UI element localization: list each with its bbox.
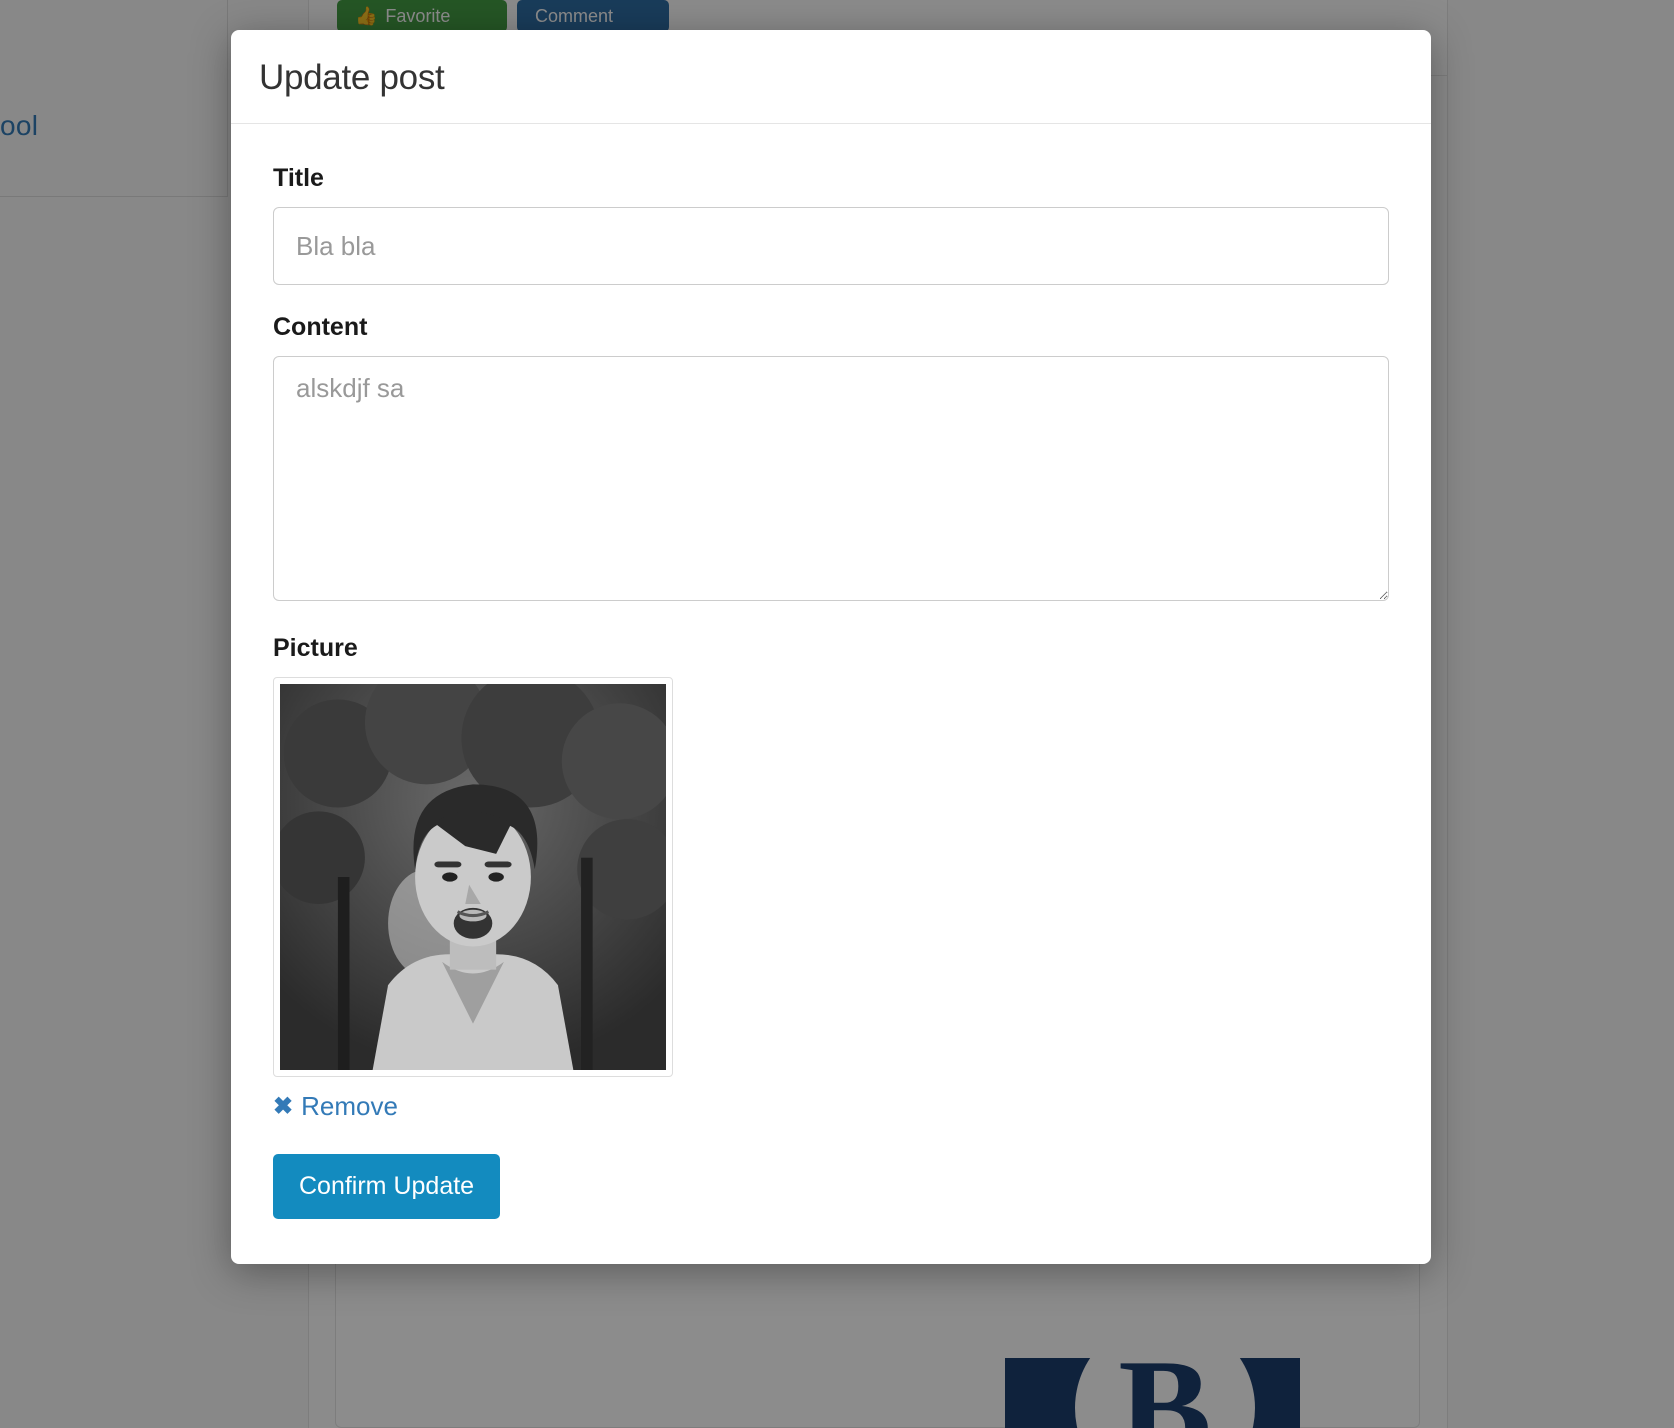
remove-picture-link[interactable]: ✖ Remove bbox=[273, 1091, 398, 1122]
person-photo-icon bbox=[280, 684, 666, 1070]
title-group: Title bbox=[273, 164, 1389, 285]
picture-thumbnail[interactable] bbox=[273, 677, 673, 1077]
remove-icon: ✖ bbox=[273, 1092, 293, 1121]
picture-group: Picture bbox=[273, 634, 1389, 1122]
modal-header: Update post bbox=[231, 30, 1431, 124]
content-label: Content bbox=[273, 313, 1389, 342]
picture-label: Picture bbox=[273, 634, 1389, 663]
modal-title: Update post bbox=[259, 58, 1403, 98]
title-input[interactable] bbox=[273, 207, 1389, 285]
content-group: Content alskdjf sa bbox=[273, 313, 1389, 606]
modal-body: Title Content alskdjf sa Picture bbox=[231, 124, 1431, 1264]
content-textarea[interactable]: alskdjf sa bbox=[273, 356, 1389, 601]
confirm-update-button[interactable]: Confirm Update bbox=[273, 1154, 500, 1219]
remove-label: Remove bbox=[301, 1091, 398, 1122]
update-post-modal: Update post Title Content alskdjf sa Pic… bbox=[231, 30, 1431, 1264]
title-label: Title bbox=[273, 164, 1389, 193]
